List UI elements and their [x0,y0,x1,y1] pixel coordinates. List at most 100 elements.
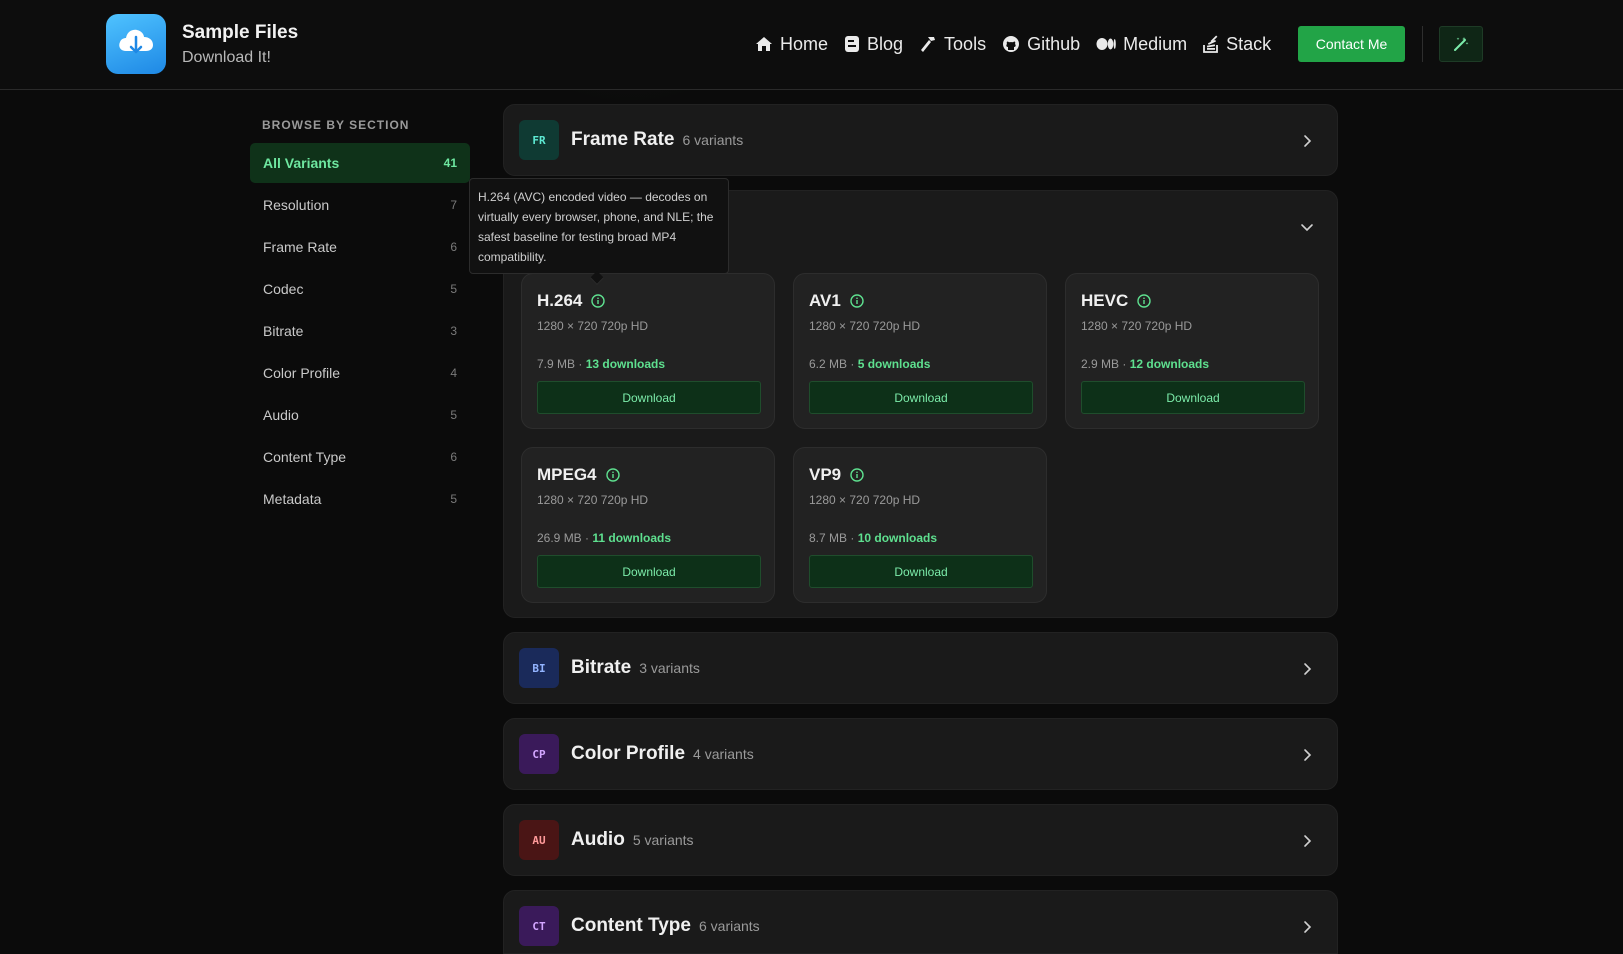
card-title: MPEG4 [537,465,620,485]
sidebar-item-label: Audio [263,407,299,423]
section-title: Audio [571,829,625,850]
section-frame-rate[interactable]: FR Frame Rate 6 variants [503,104,1338,176]
card-downloads: 11 downloads [592,531,672,545]
info-icon[interactable] [850,468,864,482]
codec-card-vp9: VP9 1280 × 720 720p HD 8.7 MB · 10 downl… [793,447,1047,603]
chevron-right-icon[interactable] [1299,747,1315,763]
stack-overflow-icon [1203,35,1219,53]
card-title: H.264 [537,291,606,311]
section-count: 4 variants [693,746,754,762]
section-header: BI Bitrate 3 variants [519,648,705,688]
nav-home[interactable]: Home [755,34,828,55]
sidebar-item-label: Metadata [263,491,322,507]
download-button[interactable]: Download [1081,381,1305,414]
card-downloads: 12 downloads [1129,357,1210,371]
info-icon[interactable] [591,294,606,308]
chevron-right-icon[interactable] [1299,919,1315,935]
sidebar-item-color-profile[interactable]: Color Profile 4 [250,353,470,393]
card-downloads: 5 downloads [857,357,931,371]
codec-card-mpeg4: MPEG4 1280 × 720 720p HD 26.9 MB · 11 do… [521,447,775,603]
cloud-download-icon [116,25,156,64]
card-size: 7.9 MB · [537,357,583,371]
sidebar-item-audio[interactable]: Audio 5 [250,395,470,435]
hammer-icon [921,37,936,52]
chevron-right-icon[interactable] [1299,661,1315,677]
sidebar-item-count: 5 [450,408,457,422]
sidebar-item-count: 4 [450,366,457,380]
section-color-profile[interactable]: CP Color Profile 4 variants [503,718,1338,790]
sidebar-item-bitrate[interactable]: Bitrate 3 [250,311,470,351]
nav-blog-label: Blog [867,33,904,54]
sidebar-item-frame-rate[interactable]: Frame Rate 6 [250,227,470,267]
nav-medium-label: Medium [1123,33,1188,54]
nav-github[interactable]: Github [1002,34,1080,55]
card-meta: 6.2 MB · 5 downloads [809,357,930,371]
nav-tools-label: Tools [944,33,987,54]
card-spec: 1280 × 720 720p HD [809,319,921,333]
sidebar-item-all-variants[interactable]: All Variants 41 [250,143,470,183]
card-meta: 26.9 MB · 11 downloads [537,531,671,545]
download-button[interactable]: Download [537,381,761,414]
sidebar-item-label: Bitrate [263,323,304,339]
download-button[interactable]: Download [537,555,761,588]
sidebar-item-count: 3 [450,324,457,338]
card-name: H.264 [537,291,583,310]
sidebar-item-resolution[interactable]: Resolution 7 [250,185,470,225]
card-meta: 8.7 MB · 10 downloads [809,531,937,545]
sidebar-item-metadata[interactable]: Metadata 5 [250,479,470,519]
download-button[interactable]: Download [809,555,1033,588]
card-meta: 2.9 MB · 12 downloads [1081,357,1209,371]
card-size: 6.2 MB · [809,357,855,371]
card-meta: 7.9 MB · 13 downloads [537,357,665,371]
chevron-right-icon[interactable] [1299,133,1315,149]
card-title: AV1 [809,291,864,311]
card-downloads: 10 downloads [857,531,938,545]
card-size: 8.7 MB · [809,531,855,545]
codec-tooltip: H.264 (AVC) encoded video — decodes on v… [469,178,729,274]
card-size: 2.9 MB · [1081,357,1127,371]
card-downloads: 13 downloads [585,357,666,371]
sidebar-item-content-type[interactable]: Content Type 6 [250,437,470,477]
section-title: Color Profile [571,743,686,764]
section-count: 6 variants [698,918,760,934]
nav-medium[interactable]: Medium [1096,34,1187,55]
info-icon[interactable] [850,294,864,308]
section-badge: AU [519,820,559,860]
nav-tools[interactable]: Tools [919,34,986,55]
codec-card-h264: H.264 1280 × 720 720p HD 7.9 MB · 13 dow… [521,273,775,429]
info-icon[interactable] [1137,294,1151,308]
card-name: VP9 [809,465,842,484]
top-header: Sample Files Download It! Home Blog Tool… [0,0,1623,90]
logo[interactable] [106,14,166,74]
section-bitrate[interactable]: BI Bitrate 3 variants [503,632,1338,704]
sidebar-item-label: Color Profile [263,365,341,381]
card-spec: 1280 × 720 720p HD [537,493,649,507]
card-name: HEVC [1081,291,1129,310]
sidebar-item-count: 6 [450,450,457,464]
info-icon[interactable] [605,468,620,482]
sidebar-item-count: 6 [450,240,457,254]
theme-toggle-button[interactable] [1439,26,1483,62]
card-spec: 1280 × 720 720p HD [537,319,649,333]
card-name: MPEG4 [537,465,597,484]
section-badge: FR [519,120,559,160]
nav-stack[interactable]: Stack [1203,34,1271,55]
chevron-right-icon[interactable] [1299,833,1315,849]
card-spec: 1280 × 720 720p HD [809,493,921,507]
section-content-type[interactable]: CT Content Type 6 variants [503,890,1338,954]
section-audio[interactable]: AU Audio 5 variants [503,804,1338,876]
chevron-down-icon[interactable] [1299,219,1315,235]
home-icon [756,37,772,51]
section-title: Content Type [571,915,691,936]
sidebar-item-count: 5 [450,492,457,506]
sidebar-item-label: Codec [263,281,304,297]
contact-me-button[interactable]: Contact Me [1298,26,1405,62]
section-count: 3 variants [639,660,700,676]
nav-blog[interactable]: Blog [844,34,903,55]
github-icon [1003,36,1020,52]
download-button[interactable]: Download [809,381,1033,414]
sidebar-item-codec[interactable]: Codec 5 [250,269,470,309]
card-title: HEVC [1081,291,1151,311]
section-header: CT Content Type 6 variants [519,906,765,946]
sidebar-item-label: Resolution [263,197,330,213]
